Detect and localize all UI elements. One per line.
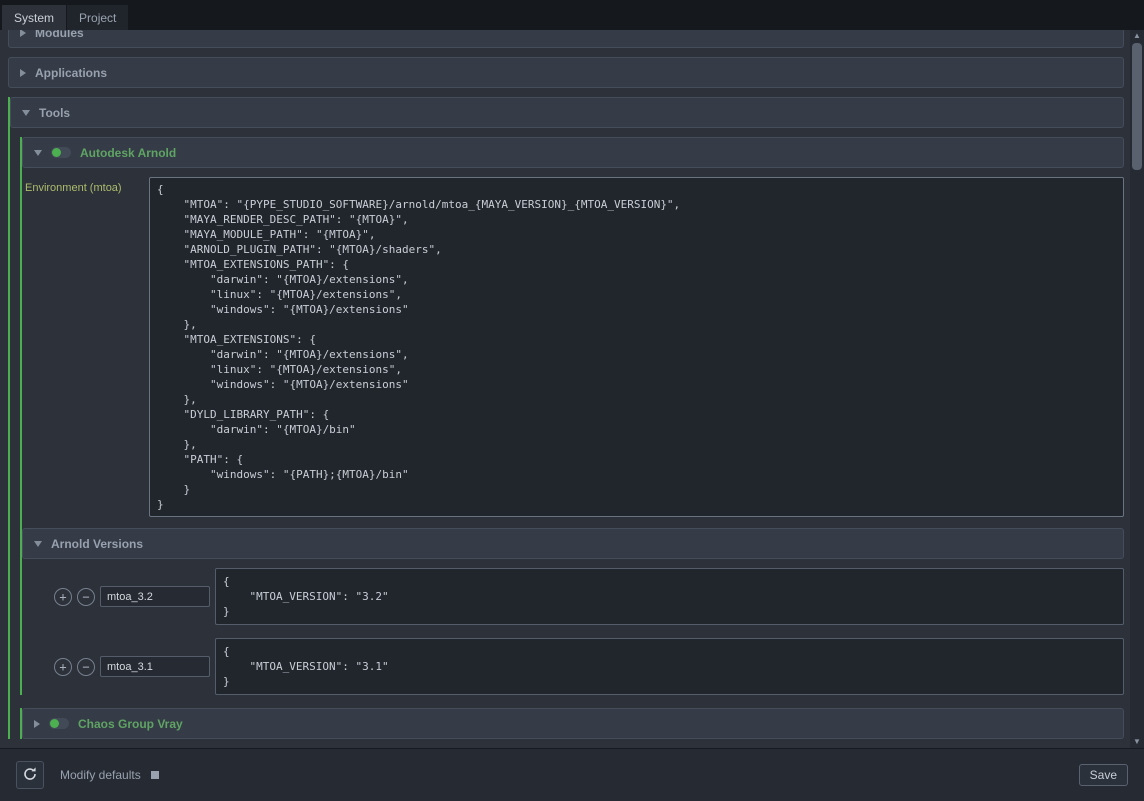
tools-header-label: Tools (39, 106, 70, 120)
environment-json-text: { "MTOA": "{PYPE_STUDIO_SOFTWARE}/arnold… (157, 182, 1116, 512)
enabled-toggle-icon[interactable] (51, 147, 71, 158)
version-json-editor[interactable]: { "MTOA_VERSION": "3.2" } (215, 568, 1124, 625)
scroll-up-icon[interactable]: ▲ (1130, 30, 1144, 42)
autodesk-arnold-header-label: Autodesk Arnold (80, 146, 176, 160)
section-applications: Applications (8, 57, 1124, 88)
version-name-input[interactable] (100, 656, 210, 677)
refresh-button[interactable] (16, 761, 44, 789)
version-name-input[interactable] (100, 586, 210, 607)
chevron-right-icon (34, 720, 40, 728)
chevron-down-icon (34, 541, 42, 547)
environment-label: Environment (mtoa) (22, 177, 149, 517)
scroll-down-icon[interactable]: ▼ (1130, 736, 1144, 748)
chevron-down-icon (34, 150, 42, 156)
chevron-down-icon (22, 110, 30, 116)
settings-content: Modules Applications Tools Autodesk Arno… (0, 30, 1130, 748)
add-version-button[interactable]: + (54, 588, 72, 606)
arnold-versions-header[interactable]: Arnold Versions (22, 528, 1124, 559)
version-row: + − { "MTOA_VERSION": "3.1" } (54, 638, 1124, 695)
version-json-text: { "MTOA_VERSION": "3.2" } (223, 574, 1116, 619)
vertical-scrollbar[interactable]: ▲ ▼ (1130, 30, 1144, 748)
autodesk-arnold-header[interactable]: Autodesk Arnold (22, 137, 1124, 168)
tab-project-label: Project (79, 11, 116, 25)
save-button[interactable]: Save (1079, 764, 1128, 786)
applications-header[interactable]: Applications (8, 57, 1124, 88)
tab-system[interactable]: System (2, 5, 66, 30)
group-chaos-group-vray: Chaos Group Vray (20, 708, 1124, 739)
refresh-icon (22, 766, 38, 785)
enabled-toggle-icon[interactable] (49, 718, 69, 729)
environment-row: Environment (mtoa) { "MTOA": "{PYPE_STUD… (22, 177, 1124, 517)
modify-defaults-checkbox[interactable] (151, 771, 159, 779)
modules-header[interactable]: Modules (8, 30, 1124, 48)
version-json-editor[interactable]: { "MTOA_VERSION": "3.1" } (215, 638, 1124, 695)
tab-project[interactable]: Project (67, 5, 128, 30)
modify-defaults-label: Modify defaults (60, 768, 141, 782)
tab-bar: System Project (0, 0, 1144, 30)
version-row: + − { "MTOA_VERSION": "3.2" } (54, 568, 1124, 625)
chaos-group-vray-header[interactable]: Chaos Group Vray (22, 708, 1124, 739)
chevron-right-icon (20, 69, 26, 77)
applications-header-label: Applications (35, 66, 107, 80)
scrollbar-thumb[interactable] (1132, 43, 1142, 170)
version-json-text: { "MTOA_VERSION": "3.1" } (223, 644, 1116, 689)
group-autodesk-arnold: Autodesk Arnold Environment (mtoa) { "MT… (20, 137, 1124, 695)
arnold-versions-header-label: Arnold Versions (51, 537, 143, 551)
tab-system-label: System (14, 11, 54, 25)
remove-version-button[interactable]: − (77, 588, 95, 606)
environment-editor[interactable]: { "MTOA": "{PYPE_STUDIO_SOFTWARE}/arnold… (149, 177, 1124, 517)
chevron-right-icon (20, 30, 26, 37)
modules-header-label: Modules (35, 30, 84, 40)
chaos-group-vray-header-label: Chaos Group Vray (78, 717, 183, 731)
footer-bar: Modify defaults Save (0, 748, 1144, 801)
tools-header[interactable]: Tools (10, 97, 1124, 128)
section-tools: Tools Autodesk Arnold Environment (mtoa)… (8, 97, 1124, 739)
settings-window: System Project Modules Applications Tool (0, 0, 1144, 801)
section-modules: Modules (8, 30, 1124, 48)
remove-version-button[interactable]: − (77, 658, 95, 676)
add-version-button[interactable]: + (54, 658, 72, 676)
